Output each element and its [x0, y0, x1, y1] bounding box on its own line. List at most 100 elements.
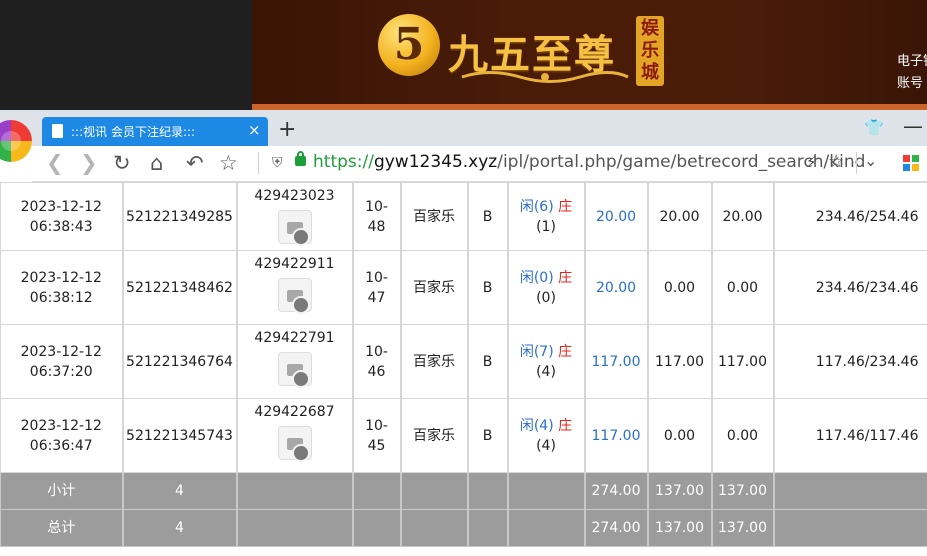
table-row: 2023-12-12 06:38:43 521221349285 429423023 1…	[0, 182, 927, 251]
order-number-cell: 521221346764	[122, 324, 238, 399]
apps-grid-icon[interactable]	[903, 155, 919, 171]
bet-side-cell: B	[467, 250, 509, 325]
total-label: 总计	[0, 509, 124, 547]
result-cell: 闲(0) 庄 (0)	[507, 250, 586, 325]
favorite-star-icon[interactable]: ☆	[219, 150, 238, 176]
result-cell: 闲(7) 庄 (4)	[507, 324, 586, 399]
round-id-cell: 429422687	[236, 398, 354, 473]
game-type-cell: 百家乐	[400, 398, 469, 473]
table-round-cell: 10- 45	[352, 398, 402, 473]
document-icon	[52, 124, 63, 138]
video-replay-icon[interactable]	[277, 352, 312, 388]
total-bet-amount: 274.00	[584, 509, 649, 547]
video-replay-icon[interactable]	[277, 278, 312, 314]
home-icon[interactable]: ⌂	[150, 150, 163, 176]
total-valid-amount: 137.00	[647, 509, 713, 547]
result-cell: 闲(4) 庄 (4)	[507, 398, 586, 473]
order-number-cell: 521221345743	[122, 398, 238, 473]
screen: 5 九五至尊 娱乐城 电子银 账号 :::视讯 会员下注纪录::: × + 👕 …	[0, 0, 927, 556]
undo-icon[interactable]: ↶	[186, 150, 204, 176]
order-number-cell: 521221349285	[122, 182, 238, 251]
empty-cell	[352, 472, 402, 510]
game-type-cell: 百家乐	[400, 324, 469, 399]
bet-amount-cell: 20.00	[584, 250, 649, 325]
subtotal-row: 小计 4 274.00 137.00 137.00	[0, 472, 927, 510]
result-cell: 闲(6) 庄 (1)	[507, 182, 586, 251]
bookmark-star-icon[interactable]: ☆	[828, 151, 844, 172]
nav-separator	[856, 152, 857, 174]
banner-left-dark	[0, 0, 252, 110]
minimize-icon[interactable]: —	[903, 114, 923, 138]
total-row: 总计 4 274.00 137.00 137.00	[0, 509, 927, 547]
balance-cell: 117.46/234.46	[773, 324, 927, 399]
forward-icon[interactable]: ❯	[80, 150, 98, 176]
round-id-cell: 429422911	[236, 250, 354, 325]
valid-amount-cell: 117.00	[647, 324, 713, 399]
subtotal-bet-amount: 274.00	[584, 472, 649, 510]
logo-vertical-label: 娱乐城	[636, 16, 664, 86]
table-round-cell: 10- 48	[352, 182, 402, 251]
round-id-cell: 429422791	[236, 324, 354, 399]
logo-ornament-icon	[461, 71, 629, 83]
bet-records-table-area[interactable]: 2023-12-12 06:38:43 521221349285 429423023 1…	[0, 182, 927, 556]
chevron-down-icon[interactable]: ⌄	[864, 151, 877, 170]
empty-cell	[400, 509, 469, 547]
bet-datetime-cell: 2023-12-12 06:36:47	[0, 398, 124, 473]
game-type-cell: 百家乐	[400, 182, 469, 251]
subtotal-valid-amount: 137.00	[647, 472, 713, 510]
back-icon[interactable]: ❮	[46, 150, 64, 176]
lock-icon[interactable]	[295, 151, 306, 166]
bet-records-table: 2023-12-12 06:38:43 521221349285 429423023 1…	[0, 182, 927, 547]
valid-amount-cell: 0.00	[647, 398, 713, 473]
order-number-cell: 521221348462	[122, 250, 238, 325]
bet-side-cell: B	[467, 324, 509, 399]
banner-link-account[interactable]: 账号	[897, 72, 923, 91]
bet-amount-cell: 117.00	[584, 398, 649, 473]
bet-datetime-cell: 2023-12-12 06:38:12	[0, 250, 124, 325]
payout-cell: 0.00	[711, 398, 775, 473]
bet-side-cell: B	[467, 182, 509, 251]
table-row: 2023-12-12 06:36:47 521221345743 429422687 1…	[0, 398, 927, 473]
video-replay-icon[interactable]	[277, 210, 312, 246]
bet-amount-cell: 20.00	[584, 182, 649, 251]
bet-datetime-cell: 2023-12-12 06:37:20	[0, 324, 124, 399]
total-payout: 137.00	[711, 509, 775, 547]
empty-cell	[773, 509, 927, 547]
payout-cell: 117.00	[711, 324, 775, 399]
reload-icon[interactable]: ↻	[113, 150, 131, 176]
payout-cell: 20.00	[711, 182, 775, 251]
bet-datetime-cell: 2023-12-12 06:38:43	[0, 182, 124, 251]
tab-title: :::视讯 会员下注纪录:::	[71, 125, 196, 139]
balance-cell: 117.46/117.46	[773, 398, 927, 473]
skin-icon[interactable]: 👕	[864, 118, 884, 137]
empty-cell	[352, 509, 402, 547]
empty-cell	[773, 472, 927, 510]
video-replay-icon[interactable]	[277, 426, 312, 462]
round-id-cell: 429423023	[236, 182, 354, 251]
new-tab-button[interactable]: +	[278, 117, 296, 143]
close-tab-icon[interactable]: ×	[248, 121, 261, 139]
valid-amount-cell: 20.00	[647, 182, 713, 251]
lightning-icon[interactable]: ⚡	[806, 153, 817, 171]
bet-side-cell: B	[467, 398, 509, 473]
subtotal-count: 4	[122, 472, 238, 510]
game-type-cell: 百家乐	[400, 250, 469, 325]
shield-icon[interactable]: ⛨	[272, 155, 283, 171]
payout-cell: 0.00	[711, 250, 775, 325]
browser-tab-active[interactable]: :::视讯 会员下注纪录::: ×	[42, 117, 268, 146]
empty-cell	[507, 509, 586, 547]
subtotal-label: 小计	[0, 472, 124, 510]
table-round-cell: 10- 47	[352, 250, 402, 325]
table-round-cell: 10- 46	[352, 324, 402, 399]
logo-badge-icon: 5	[378, 14, 440, 76]
empty-cell	[467, 472, 509, 510]
empty-cell	[400, 472, 469, 510]
table-row: 2023-12-12 06:38:12 521221348462 429422911 1…	[0, 250, 927, 325]
empty-cell	[236, 472, 354, 510]
table-row: 2023-12-12 06:37:20 521221346764 429422791 1…	[0, 324, 927, 399]
address-bar-url[interactable]: https://gyw12345.xyz/ipl/portal.php/game…	[313, 152, 865, 172]
empty-cell	[507, 472, 586, 510]
address-separator	[258, 152, 259, 174]
empty-cell	[236, 509, 354, 547]
banner-link-electronic[interactable]: 电子银	[897, 50, 927, 69]
